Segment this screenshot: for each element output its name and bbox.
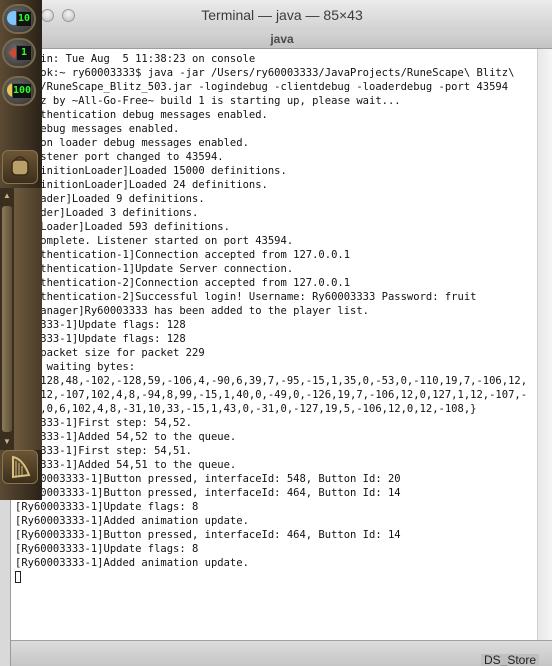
game-client-edge: 10 1 100 ▲ ▼ (0, 0, 42, 500)
terminal-line: 7,1,12,-107,102,4,8,-94,8,99,-15,1,40,0,… (15, 389, 528, 401)
terminal-line: login: Tue Aug 5 11:38:23 on console (15, 53, 256, 65)
terminal-prompt-line[interactable] (15, 570, 533, 584)
terminal-lines: login: Tue Aug 5 11:38:23 on console acbo… (15, 52, 533, 584)
terminal-line: n Authentication debug messages enabled. (15, 109, 268, 121)
terminal-line: 0003333-1]First step: 54,51. (15, 445, 193, 457)
terminal-line: r listener port changed to 43594. (15, 151, 224, 163)
terminal-line: 20,-128,48,-102,-128,59,-106,4,-90,6,39,… (15, 375, 528, 387)
terminal-line: acbook:~ ry60003333$ java -jar /Users/ry… (15, 67, 515, 79)
terminal-line: [Ry60003333-1]Update flags: 8 (15, 543, 199, 555)
terminal-line: [Ry60003333-1]Added animation update. (15, 515, 249, 527)
terminal-window: Terminal — java — 85×43 java login: Tue … (10, 0, 552, 666)
terminal-line: [Ry60003333-1]Button pressed, interfaceI… (15, 529, 401, 541)
inventory-bag-icon (11, 156, 29, 176)
terminal-line: inAuthentication-1]Connection accepted f… (15, 249, 351, 261)
terminal-line: nition loader debug messages enabled. (15, 137, 249, 149)
terminal-output[interactable]: login: Tue Aug 5 11:38:23 on console acbo… (11, 49, 552, 641)
terminal-line: ,127,0,6,102,4,8,-31,10,33,-15,1,43,0,-3… (15, 403, 477, 415)
terminal-line: 0003333-1]Added 54,51 to the queue. (15, 459, 237, 471)
terminal-line: [Ry60003333-1]Update flags: 8 (15, 501, 199, 513)
terminal-line: 0003333-1]First step: 54,52. (15, 417, 193, 429)
window-bottom-bar: DS_Store (11, 640, 552, 666)
terminal-line: dist/RuneScape_Blitz_503.jar -logindebug… (15, 81, 509, 93)
music-tab[interactable] (2, 450, 38, 484)
compass[interactable]: 1 (2, 38, 36, 68)
run-orb-value: 100 (11, 83, 32, 99)
terminal-line: nt debug messages enabled. (15, 123, 180, 135)
background-file-label: DS_Store (480, 654, 539, 666)
terminal-line: inAuthentication-1]Update Server connect… (15, 263, 294, 275)
terminal-line: 0003333-1]Update flags: 128 (15, 319, 186, 331)
terminal-line: [Ry60003333-1]Button pressed, interfaceI… (15, 473, 401, 485)
terminal-line: all waiting bytes: (15, 361, 136, 373)
prayer-orb[interactable]: 10 (2, 4, 36, 34)
terminal-line: taLoader]Loaded 9 definitions. (15, 193, 205, 205)
inventory-tab[interactable] (2, 150, 38, 184)
terminal-line: own packet size for packet 229 (15, 347, 205, 359)
terminal-line: [Ry60003333-1]Added animation update. (15, 557, 249, 569)
title-bar[interactable]: Terminal — java — 85×43 (11, 0, 552, 31)
text-cursor (15, 571, 21, 583)
vertical-scrollbar[interactable] (537, 49, 552, 641)
terminal-line: [Ry60003333-1]Button pressed, interfaceI… (15, 487, 401, 499)
terminal-line: cLoader]Loaded 3 definitions. (15, 207, 199, 219)
window-title: Terminal — java — 85×43 (201, 7, 363, 23)
terminal-line: 0003333-1]Update flags: 128 (15, 333, 186, 345)
harp-music-icon (12, 455, 31, 479)
terminal-line: aDefinitionLoader]Loaded 15000 definitio… (15, 165, 287, 177)
tab-bar: java (11, 30, 552, 49)
game-chat-scrollbar[interactable]: ▲ ▼ (0, 188, 15, 450)
terminal-line: up complete. Listener started on port 43… (15, 235, 294, 247)
terminal-line: lDefinitionLoader]Loaded 24 definitions. (15, 179, 268, 191)
compass-orb-value: 1 (16, 45, 32, 61)
tab-java[interactable]: java (11, 30, 552, 48)
game-side-panel (14, 188, 42, 450)
terminal-line: inAuthentication-2]Connection accepted f… (15, 277, 351, 289)
terminal-line: inAuthentication-2]Successful login! Use… (15, 291, 477, 303)
prayer-orb-value: 10 (16, 11, 32, 27)
terminal-line: Blitz by ~All-Go-Free~ build 1 is starti… (15, 95, 401, 107)
terminal-line: DataLoader]Loaded 593 definitions. (15, 221, 230, 233)
run-orb[interactable]: 100 (2, 76, 36, 106)
terminal-line: yerManager]Ry60003333 has been added to … (15, 305, 370, 317)
terminal-line: 0003333-1]Added 54,52 to the queue. (15, 431, 237, 443)
